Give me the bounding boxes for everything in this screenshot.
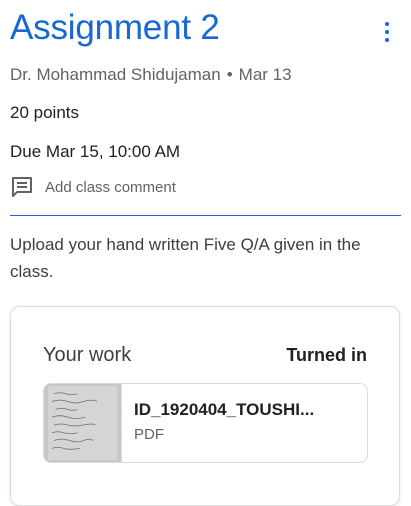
meta-separator: •	[226, 65, 233, 84]
assignment-description: Upload your hand written Five Q/A given …	[10, 235, 361, 281]
points-label: 20 points	[10, 103, 79, 122]
due-date: Due Mar 15, 10:00 AM	[10, 142, 181, 161]
more-vert-icon[interactable]	[380, 20, 394, 44]
add-class-comment-label: Add class comment	[45, 178, 176, 196]
assignment-meta: Dr. Mohammad Shidujaman • Mar 13	[10, 65, 292, 85]
comment-icon	[12, 177, 32, 197]
attachment-info: ID_1920404_TOUSHI... PDF	[122, 384, 314, 462]
section-divider	[10, 215, 401, 216]
status-badge: Turned in	[286, 345, 367, 365]
page-title: Assignment 2	[10, 8, 220, 47]
posted-date: Mar 13	[238, 65, 292, 84]
attachment-thumbnail	[44, 384, 122, 462]
your-work-title: Your work	[43, 344, 132, 366]
teacher-name: Dr. Mohammad Shidujaman	[10, 65, 221, 84]
attachment-item[interactable]: ID_1920404_TOUSHI... PDF	[43, 383, 368, 463]
your-work-card: Your work Turned in ID_1920404_TOUSHI...…	[10, 306, 400, 506]
attachment-type: PDF	[134, 426, 164, 443]
attachment-name: ID_1920404_TOUSHI...	[134, 400, 315, 419]
add-class-comment-button[interactable]: Add class comment	[10, 175, 176, 199]
